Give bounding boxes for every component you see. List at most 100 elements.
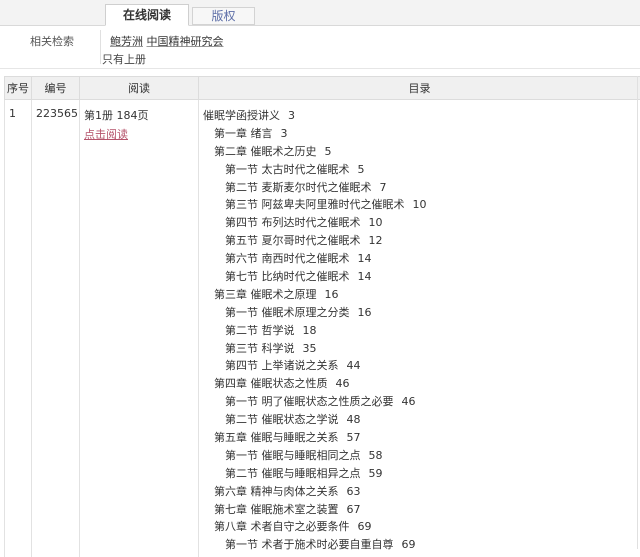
toc-entry-page: 63 <box>347 485 361 498</box>
cell-code: 223565 <box>32 100 80 557</box>
toc-entry: 第六节 南西时代之催眠术 14 <box>203 250 636 268</box>
toc-entry-title: 第七节 比纳时代之催眠术 <box>225 270 350 283</box>
toc-entry-title: 第三章 催眠术之原理 <box>214 288 317 301</box>
toc-list: 催眠学函授讲义3第一章 绪言3第二章 催眠术之历史5第一节 太古时代之催眠术5第… <box>203 107 636 554</box>
toc-entry-page: 48 <box>347 413 361 426</box>
toc-entry: 第六章 精神与肉体之关系 63 <box>203 483 636 501</box>
volume-info: 第1册 184页 <box>84 109 149 122</box>
right-edge-divider <box>637 76 638 549</box>
author-link-bao-fangzhou[interactable]: 鲍芳洲 <box>110 35 143 48</box>
toc-entry-title: 催眠学函授讲义 <box>203 109 280 122</box>
toc-entry-title: 第八章 术者自守之必要条件 <box>214 520 350 533</box>
toc-entry-title: 第三节 阿兹卑夫阿里雅时代之催眠术 <box>225 198 405 211</box>
toc-entry-title: 第一节 催眠术原理之分类 <box>225 306 350 319</box>
toc-entry-title: 第四章 催眠状态之性质 <box>214 377 328 390</box>
toc-entry: 第二节 麦斯麦尔时代之催眠术 7 <box>203 179 636 197</box>
toc-entry-title: 第一章 绪言 <box>214 127 273 140</box>
toc-entry: 第一章 绪言 3 <box>203 125 636 143</box>
toc-entry-page: 69 <box>402 538 416 551</box>
toc-entry-page: 59 <box>369 467 383 480</box>
toc-entry-page: 3 <box>288 109 295 122</box>
cell-index: 1 <box>5 100 32 557</box>
toc-entry-title: 第七章 催眠施术室之装置 <box>214 503 339 516</box>
cell-read: 第1册 184页 点击阅读 <box>80 100 199 557</box>
table-header-row: 序号 编号 阅读 目录 <box>5 77 640 100</box>
author-link-research-society[interactable]: 中国精神研究会 <box>147 35 224 48</box>
tab-bar: 在线阅读 版权 <box>0 0 640 26</box>
toc-entry-page: 5 <box>325 145 332 158</box>
toc-entry-page: 5 <box>358 163 365 176</box>
toc-entry: 第一节 术者于施术时必要自重自尊 69 <box>203 536 636 554</box>
volume-note: 只有上册 <box>102 51 146 67</box>
toc-entry-page: 69 <box>358 520 372 533</box>
toc-entry-page: 46 <box>336 377 350 390</box>
header-read: 阅读 <box>80 77 199 100</box>
info-divider <box>100 30 101 64</box>
toc-entry: 第八章 术者自守之必要条件 69 <box>203 518 636 536</box>
toc-entry: 第二章 催眠术之历史 5 <box>203 143 636 161</box>
cell-toc: 催眠学函授讲义3第一章 绪言3第二章 催眠术之历史5第一节 太古时代之催眠术5第… <box>199 100 640 557</box>
toc-entry: 第一节 催眠术原理之分类 16 <box>203 304 636 322</box>
table-row: 1 223565 第1册 184页 点击阅读 催眠学函授讲义3第一章 绪言3第二… <box>5 100 640 557</box>
toc-entry: 第二节 催眠状态之学说 48 <box>203 411 636 429</box>
toc-entry-page: 58 <box>369 449 383 462</box>
toc-entry: 第一节 催眠与睡眠相同之点 58 <box>203 447 636 465</box>
toc-entry-page: 16 <box>358 306 372 319</box>
toc-entry: 催眠学函授讲义 3 <box>203 107 636 125</box>
toc-entry-title: 第六节 南西时代之催眠术 <box>225 252 350 265</box>
toc-entry: 第四章 催眠状态之性质 46 <box>203 375 636 393</box>
toc-entry: 第七章 催眠施术室之装置 67 <box>203 501 636 519</box>
toc-entry-page: 67 <box>347 503 361 516</box>
toc-entry-page: 14 <box>358 252 372 265</box>
toc-entry-page: 10 <box>413 198 427 211</box>
toc-entry-title: 第六章 精神与肉体之关系 <box>214 485 339 498</box>
toc-entry-title: 第二节 催眠状态之学说 <box>225 413 339 426</box>
toc-entry-title: 第三节 科学说 <box>225 342 295 355</box>
toc-entry-page: 3 <box>281 127 288 140</box>
toc-entry-title: 第二节 麦斯麦尔时代之催眠术 <box>225 181 372 194</box>
toc-entry-title: 第四节 布列达时代之催眠术 <box>225 216 361 229</box>
toc-entry-title: 第一节 术者于施术时必要自重自尊 <box>225 538 394 551</box>
toc-entry-title: 第五章 催眠与睡眠之关系 <box>214 431 339 444</box>
header-index: 序号 <box>5 77 32 100</box>
toc-entry-page: 46 <box>402 395 416 408</box>
section-divider <box>0 68 640 69</box>
header-code: 编号 <box>32 77 80 100</box>
header-toc: 目录 <box>199 77 640 100</box>
toc-entry: 第四节 布列达时代之催眠术 10 <box>203 214 636 232</box>
toc-entry-title: 第二节 哲学说 <box>225 324 295 337</box>
toc-entry: 第二节 催眠与睡眠相异之点 59 <box>203 465 636 483</box>
catalog-table: 序号 编号 阅读 目录 1 223565 第1册 184页 点击阅读 催眠学函授… <box>4 76 640 557</box>
toc-entry-page: 12 <box>369 234 383 247</box>
toc-entry-page: 7 <box>380 181 387 194</box>
toc-entry-title: 第一节 太古时代之催眠术 <box>225 163 350 176</box>
toc-entry: 第三章 催眠术之原理 16 <box>203 286 636 304</box>
toc-entry: 第七节 比纳时代之催眠术 14 <box>203 268 636 286</box>
toc-entry-title: 第一节 催眠与睡眠相同之点 <box>225 449 361 462</box>
toc-entry: 第五章 催眠与睡眠之关系 57 <box>203 429 636 447</box>
read-online-link[interactable]: 点击阅读 <box>84 126 194 142</box>
toc-entry: 第四节 上举诸说之关系 44 <box>203 357 636 375</box>
toc-entry: 第五节 夏尔哥时代之催眠术 12 <box>203 232 636 250</box>
related-search-label: 相关检索 <box>30 33 74 49</box>
toc-entry-title: 第四节 上举诸说之关系 <box>225 359 339 372</box>
toc-entry: 第三节 阿兹卑夫阿里雅时代之催眠术 10 <box>203 196 636 214</box>
toc-entry: 第三节 科学说 35 <box>203 340 636 358</box>
toc-entry-page: 14 <box>358 270 372 283</box>
toc-entry-page: 18 <box>303 324 317 337</box>
toc-entry-page: 16 <box>325 288 339 301</box>
related-authors: 鲍芳洲 中国精神研究会 <box>110 33 224 49</box>
toc-entry-page: 44 <box>347 359 361 372</box>
toc-entry-title: 第二节 催眠与睡眠相异之点 <box>225 467 361 480</box>
toc-entry: 第一节 太古时代之催眠术 5 <box>203 161 636 179</box>
toc-entry-page: 10 <box>369 216 383 229</box>
tab-online-reading[interactable]: 在线阅读 <box>105 4 189 26</box>
toc-entry-title: 第一节 明了催眠状态之性质之必要 <box>225 395 394 408</box>
toc-entry-page: 57 <box>347 431 361 444</box>
tab-copyright[interactable]: 版权 <box>192 7 255 25</box>
toc-entry: 第一节 明了催眠状态之性质之必要 46 <box>203 393 636 411</box>
toc-entry-title: 第五节 夏尔哥时代之催眠术 <box>225 234 361 247</box>
toc-entry-title: 第二章 催眠术之历史 <box>214 145 317 158</box>
toc-entry-page: 35 <box>303 342 317 355</box>
toc-entry: 第二节 哲学说 18 <box>203 322 636 340</box>
